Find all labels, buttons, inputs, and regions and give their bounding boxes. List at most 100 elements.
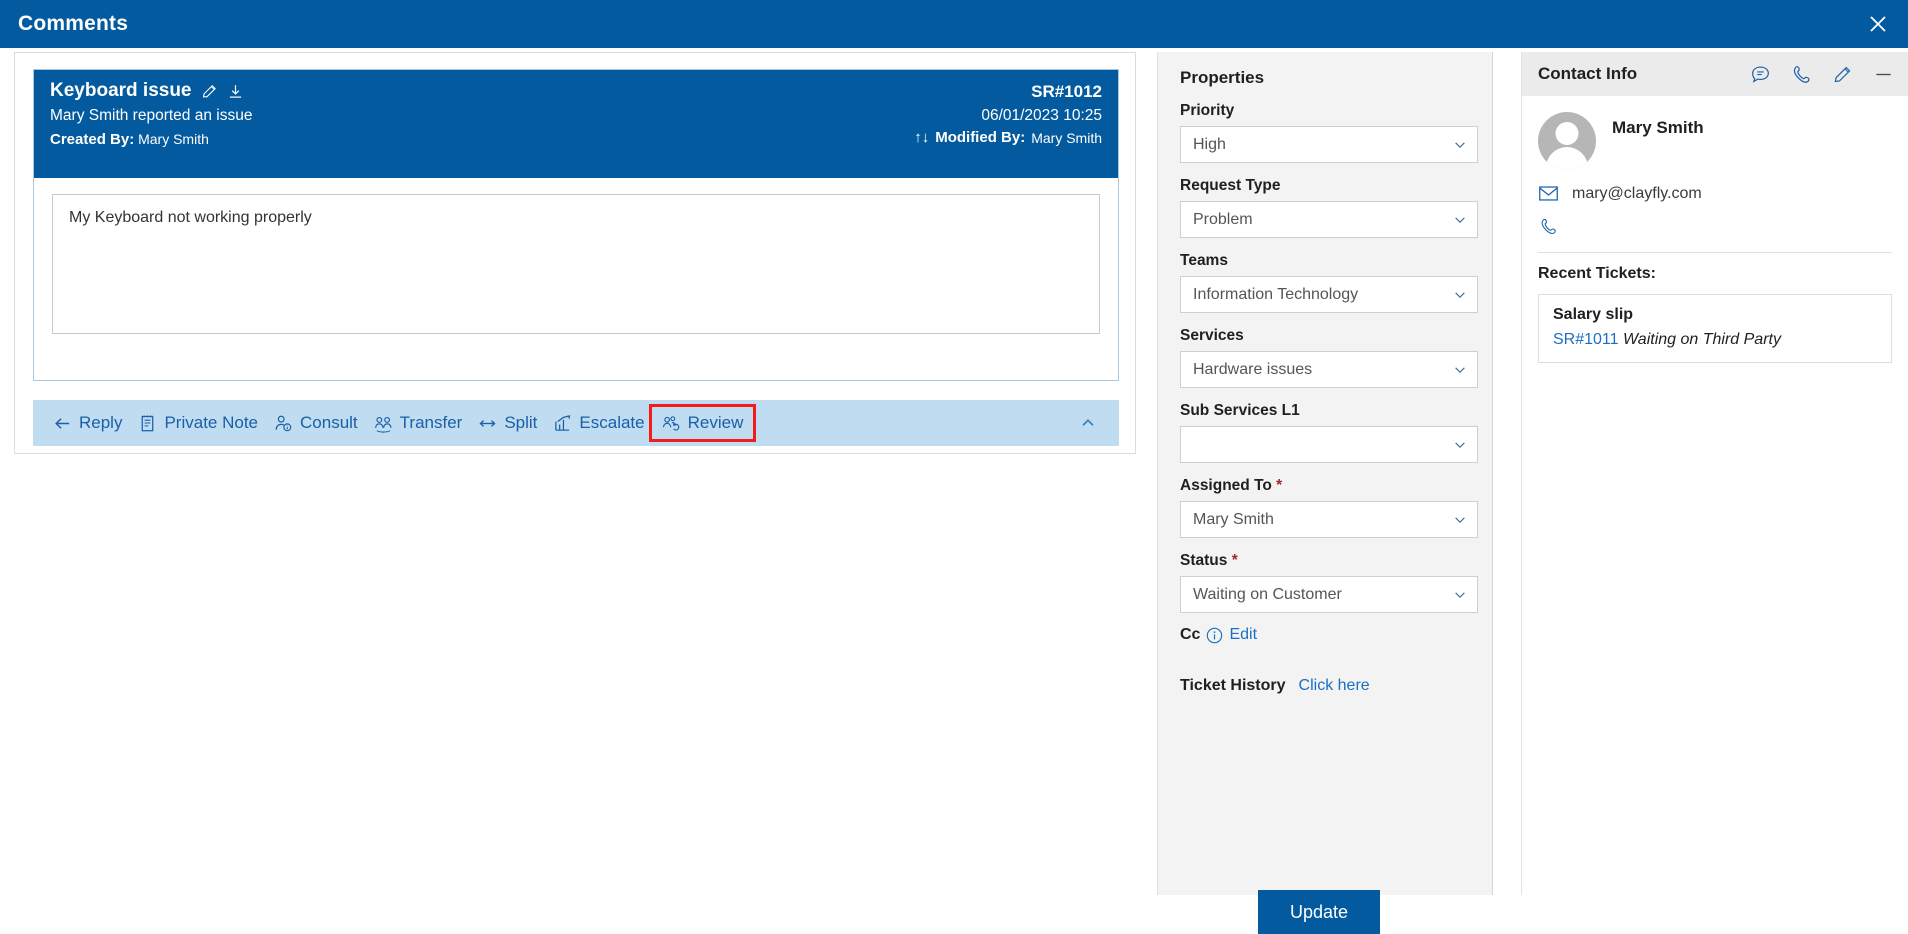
field-assigned-to: Assigned To * Mary Smith — [1180, 477, 1478, 538]
priority-select[interactable]: High — [1180, 126, 1478, 163]
cc-info-button[interactable] — [1206, 627, 1223, 644]
recent-ticket-sr[interactable]: SR#1011 — [1553, 331, 1619, 348]
avatar-head — [1555, 122, 1579, 145]
teams-value: Information Technology — [1193, 285, 1359, 303]
close-button[interactable] — [1848, 0, 1908, 48]
action-label: Escalate — [579, 413, 645, 432]
chevron-down-icon — [1455, 516, 1465, 523]
window-titlebar: Comments — [0, 0, 1908, 48]
minimize-icon — [1876, 73, 1891, 75]
people-refresh-icon — [662, 415, 679, 431]
action-toolbar: Reply Private Note Consult Transfer Spli… — [33, 400, 1119, 446]
field-label: Request Type — [1180, 177, 1281, 194]
status-select[interactable]: Waiting on Customer — [1180, 576, 1478, 613]
pencil-icon — [1834, 66, 1851, 82]
contact-phone-row — [1522, 217, 1908, 236]
comment-input[interactable] — [52, 194, 1100, 334]
ticket-history-label: Ticket History — [1180, 677, 1286, 694]
status-value: Waiting on Customer — [1193, 585, 1342, 603]
contact-info-heading: Contact Info — [1538, 64, 1638, 83]
action-private-note[interactable]: Private Note — [130, 409, 266, 437]
assigned-to-select[interactable]: Mary Smith — [1180, 501, 1478, 538]
services-select[interactable]: Hardware issues — [1180, 351, 1478, 388]
contact-email[interactable]: mary@clayfly.com — [1572, 185, 1702, 203]
chevron-down-icon — [1455, 441, 1465, 448]
teams-select[interactable]: Information Technology — [1180, 276, 1478, 313]
contact-divider — [1538, 252, 1892, 253]
reply-arrow-icon — [55, 417, 70, 429]
action-reply[interactable]: Reply — [45, 409, 130, 437]
download-icon — [229, 84, 241, 98]
field-request-type: Request Type Problem — [1180, 177, 1478, 238]
chat-icon — [1752, 65, 1769, 83]
update-button[interactable]: Update — [1258, 890, 1380, 934]
request-type-select[interactable]: Problem — [1180, 201, 1478, 238]
contact-header-actions — [1750, 52, 1894, 96]
cc-edit-link[interactable]: Edit — [1229, 626, 1257, 644]
contact-info-header: Contact Info — [1522, 52, 1908, 96]
required-asterisk: * — [1231, 552, 1238, 569]
required-asterisk: * — [1276, 477, 1283, 494]
call-button[interactable] — [1791, 64, 1812, 85]
action-label: Split — [504, 413, 538, 432]
chevron-down-icon — [1455, 141, 1465, 148]
action-escalate[interactable]: Escalate — [545, 409, 652, 437]
sub-services-l1-select[interactable] — [1180, 426, 1478, 463]
field-label: Teams — [1180, 252, 1228, 269]
page-body: Keyboard issue Mary Smith reported an is… — [0, 48, 1908, 934]
edit-title-button[interactable] — [201, 83, 218, 100]
chevron-down-icon — [1455, 216, 1465, 223]
person-info-icon — [275, 415, 292, 431]
contact-name: Mary Smith — [1612, 118, 1704, 137]
chart-up-icon — [555, 414, 571, 431]
phone-icon — [1541, 218, 1556, 235]
modified-by-label: Modified By: — [935, 129, 1026, 147]
collapse-toolbar-button[interactable] — [1079, 414, 1097, 432]
mail-icon — [1539, 186, 1558, 201]
cc-label: Cc — [1180, 626, 1201, 643]
recent-ticket-item[interactable]: Salary slip SR#1011 Waiting on Third Par… — [1538, 294, 1892, 363]
services-value: Hardware issues — [1193, 360, 1313, 378]
phone-icon — [1793, 65, 1810, 83]
people-transfer-icon — [374, 416, 392, 433]
field-label: Sub Services L1 — [1180, 402, 1300, 419]
recent-ticket-status: Waiting on Third Party — [1622, 331, 1781, 348]
assigned-to-value: Mary Smith — [1193, 510, 1274, 528]
ticket-meta: SR#1012 06/01/2023 10:25 ↑↓ Modified By:… — [914, 80, 1102, 149]
info-circle-icon — [1207, 627, 1223, 643]
created-by-value: Mary Smith — [138, 131, 209, 147]
action-review[interactable]: Review — [648, 404, 757, 442]
avatar — [1538, 112, 1596, 170]
field-label: Priority — [1180, 102, 1235, 119]
ticket-sr-number: SR#1012 — [1031, 82, 1102, 101]
action-consult[interactable]: Consult — [266, 409, 366, 437]
ticket-history-row: Ticket History Click here — [1180, 677, 1492, 695]
action-label: Consult — [300, 413, 358, 432]
download-button[interactable] — [227, 83, 244, 100]
close-x-icon — [1870, 16, 1886, 32]
field-sub-services-l1: Sub Services L1 — [1180, 402, 1478, 463]
edit-contact-button[interactable] — [1832, 64, 1853, 85]
ticket-card: Keyboard issue Mary Smith reported an is… — [33, 69, 1119, 381]
created-by-label: Created By: — [50, 131, 135, 148]
minimize-button[interactable] — [1873, 64, 1894, 85]
ticket-history-link[interactable]: Click here — [1299, 677, 1370, 695]
action-label: Reply — [79, 413, 123, 432]
ticket-datetime: 06/01/2023 10:25 — [981, 106, 1102, 124]
pencil-icon — [202, 84, 216, 97]
contact-info-panel: Contact Info Mary Smith mary@clayfly.com… — [1521, 52, 1908, 895]
action-label: Private Note — [164, 413, 259, 432]
properties-heading: Properties — [1180, 68, 1265, 87]
ticket-body — [34, 178, 1118, 357]
action-split[interactable]: Split — [470, 409, 545, 437]
field-priority: Priority High — [1180, 102, 1478, 163]
ticket-modified-by: ↑↓ Modified By: Mary Smith — [914, 127, 1102, 149]
action-transfer[interactable]: Transfer — [366, 409, 471, 437]
chevron-down-icon — [1455, 291, 1465, 298]
ticket-header: Keyboard issue Mary Smith reported an is… — [34, 70, 1118, 178]
chevron-down-icon — [1455, 591, 1465, 598]
priority-value: High — [1193, 135, 1226, 153]
chat-button[interactable] — [1750, 64, 1771, 85]
avatar-body — [1546, 147, 1588, 170]
field-label: Services — [1180, 327, 1244, 344]
